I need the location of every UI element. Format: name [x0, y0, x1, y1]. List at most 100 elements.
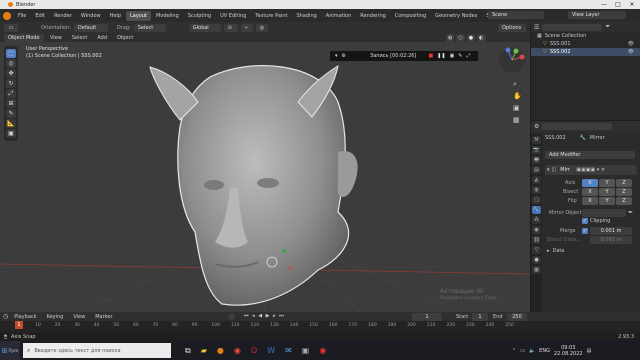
menu-keying[interactable]: Keying — [43, 312, 68, 322]
object-tab-icon[interactable]: ▢ — [532, 196, 541, 204]
tray-chevron-icon[interactable]: ⌃ — [512, 348, 516, 354]
rec-stop-icon[interactable]: ■ — [428, 53, 433, 59]
orientation-select[interactable]: Default — [73, 24, 108, 32]
transform-orientation-select[interactable]: Global — [188, 24, 221, 32]
cursor-tool-icon[interactable]: ◎ — [6, 59, 16, 68]
select-box-tool-icon[interactable]: ⬚ — [6, 49, 16, 58]
modifier-header[interactable]: ▾ ◫ Mirr ▣▣▣▣ ▾ ✕ — [545, 165, 637, 175]
filter-icon[interactable]: ⏷ — [605, 23, 610, 31]
view-layer-tab-icon[interactable]: ▤ — [532, 166, 541, 174]
tab-sculpting[interactable]: Sculpting — [184, 11, 215, 21]
mail-icon[interactable]: ✉ — [285, 346, 292, 355]
grid-icon[interactable]: ▦ — [513, 116, 520, 124]
menu-window[interactable]: Window — [77, 11, 105, 21]
playback-controls[interactable]: ⏮ ◂ ◀ ▶ ▸ ⏭ — [244, 313, 285, 319]
modifier-tab-icon[interactable]: 🔧 — [532, 206, 541, 214]
menu-object[interactable]: Object — [113, 33, 137, 43]
transform-tool-icon[interactable]: ⊞ — [6, 99, 16, 108]
scene-tab-icon[interactable]: ◭ — [532, 176, 541, 184]
viewport-shading-buttons[interactable]: ◍ ○ ● ◐ — [446, 34, 486, 42]
rec-menu-icon[interactable]: ▾ — [335, 53, 338, 59]
close-button[interactable]: ✕ — [626, 0, 638, 9]
eyedropper-icon[interactable]: ✒ — [628, 209, 633, 216]
constraints-tab-icon[interactable]: ⛓ — [532, 236, 541, 244]
move-tool-icon[interactable]: ✥ — [6, 69, 16, 78]
outliner-root[interactable]: ▦ Scene Collection — [531, 32, 640, 40]
physics-tab-icon[interactable]: ◉ — [532, 226, 541, 234]
proportional-toggle[interactable]: ◎ — [255, 24, 268, 32]
menu-timeline-view[interactable]: View — [69, 312, 89, 322]
axis-y-button[interactable]: Y — [599, 179, 615, 187]
mirror-object-field[interactable] — [582, 209, 626, 217]
merge-value-field[interactable]: 0.001 m — [590, 227, 632, 235]
merge-check-icon[interactable]: ✓ — [582, 228, 588, 234]
flip-z-button[interactable]: Z — [616, 197, 632, 205]
tab-layout[interactable]: Layout — [126, 10, 151, 21]
minimize-button[interactable]: — — [598, 0, 610, 9]
outliner-item-sss001[interactable]: ▽ SSS.001 👁 — [531, 40, 640, 48]
drag-select[interactable]: Select Box — [133, 24, 166, 39]
snap-toggle[interactable]: ⌁ — [240, 24, 253, 32]
flip-x-button[interactable]: X — [582, 197, 598, 205]
collapse-icon[interactable]: ▾ — [547, 167, 550, 173]
clock[interactable]: 09:03 22.08.2022 — [554, 345, 583, 357]
bisect-distance-field[interactable]: 0.001 m — [590, 236, 632, 244]
opera-icon[interactable]: O — [251, 346, 257, 355]
modifier-toggle-icons[interactable]: ▣▣▣▣ ▾ ✕ — [576, 167, 605, 173]
recorder-icon[interactable]: ◉ — [319, 346, 326, 355]
particles-tab-icon[interactable]: ⁂ — [532, 216, 541, 224]
outliner-item-sss002[interactable]: ▽ SSS.002 👁 — [531, 48, 640, 56]
visibility-icon[interactable]: 👁 — [628, 49, 634, 55]
properties-editor-icon[interactable]: ⚙ — [534, 123, 539, 130]
properties-search-input[interactable] — [542, 123, 613, 130]
modifier-name-input[interactable]: Mirr — [559, 166, 574, 174]
rec-pen-icon[interactable]: ✎ — [458, 53, 462, 59]
rec-expand-icon[interactable]: ⤢ — [467, 53, 471, 59]
world-tab-icon[interactable]: ◍ — [532, 186, 541, 194]
select-mode-button[interactable]: ▭ — [4, 24, 18, 32]
tab-uv-editing[interactable]: UV Editing — [216, 11, 250, 21]
tab-texture-paint[interactable]: Texture Paint — [251, 11, 291, 21]
options-dropdown[interactable]: Options — [498, 24, 526, 32]
clipping-checkbox[interactable]: ✓ Clipping — [582, 218, 610, 224]
data-subpanel[interactable]: ▸ Data — [547, 248, 564, 254]
zoom-icon[interactable]: ⌕ — [513, 80, 517, 89]
texture-tab-icon[interactable]: ▦ — [532, 266, 541, 274]
view-layer-selector[interactable]: View Layer — [568, 11, 626, 19]
axis-x-button[interactable]: X — [582, 179, 598, 187]
taskbar-search[interactable]: ⌕ Введите здесь текст для поиска — [23, 343, 171, 358]
menu-edit[interactable]: Edit — [31, 11, 49, 21]
scene-selector[interactable]: Scene — [488, 11, 544, 19]
clipping-check-icon[interactable]: ✓ — [582, 218, 588, 224]
rotate-tool-icon[interactable]: ↻ — [6, 79, 16, 88]
outliner-search-input[interactable] — [542, 23, 603, 31]
bisect-y-button[interactable]: Y — [599, 188, 615, 196]
flip-y-button[interactable]: Y — [599, 197, 615, 205]
maximize-button[interactable]: □ — [612, 0, 624, 9]
measure-tool-icon[interactable]: 📐 — [6, 119, 16, 128]
current-frame-field[interactable]: 1 — [412, 313, 442, 321]
start-button[interactable]: ⊞ Пуск — [0, 341, 20, 360]
bisect-z-button[interactable]: Z — [616, 188, 632, 196]
render-tab-icon[interactable]: 📷 — [532, 146, 541, 154]
bisect-x-button[interactable]: X — [582, 188, 598, 196]
menu-help[interactable]: Help — [106, 11, 125, 21]
rec-camera-icon[interactable]: ▣ — [450, 53, 455, 59]
start-field[interactable]: 1 — [472, 313, 488, 321]
volume-icon[interactable]: 🔈 — [529, 348, 535, 354]
word-icon[interactable]: W — [267, 346, 275, 355]
rec-pause-icon[interactable]: ❚❚ — [437, 53, 445, 59]
add-modifier-button[interactable]: Add Modifier — [545, 151, 635, 159]
end-field[interactable]: 250 — [507, 313, 527, 321]
timeline-ruler[interactable]: 1102030405060708090100110120130140150160… — [0, 321, 640, 333]
data-tab-icon[interactable]: ▽ — [532, 246, 541, 254]
axis-z-button[interactable]: Z — [616, 179, 632, 187]
camera-icon[interactable]: ▣ — [513, 104, 520, 112]
menu-add[interactable]: Add — [93, 33, 111, 43]
app-icon[interactable]: ▣ — [302, 346, 310, 355]
menu-view[interactable]: View — [46, 33, 66, 43]
tool-tab-icon[interactable]: ⚒ — [532, 136, 541, 144]
visibility-icon[interactable]: 👁 — [628, 41, 634, 47]
menu-file[interactable]: File — [14, 11, 30, 21]
record-icon[interactable] — [228, 313, 235, 320]
